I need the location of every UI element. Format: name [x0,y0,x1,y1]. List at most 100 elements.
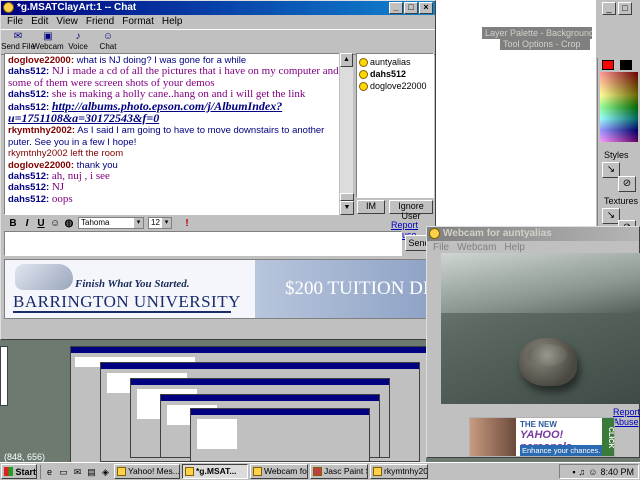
chat-message: dahs512: oops [8,192,73,205]
font-size-select[interactable]: 12 [148,217,172,229]
color-palette-icon[interactable]: ◍ [64,218,74,229]
yahoo-smiley-icon [3,2,14,13]
task-chat[interactable]: *g.MSAT... [182,464,248,479]
ad-banner[interactable]: Finish What You Started. BARRINGTON UNIV… [4,259,434,319]
textures-label: Textures [604,196,639,206]
chat-titlebar[interactable]: *g.MSATClayArt:1 -- Chat _ □ × [1,1,435,15]
menu-file[interactable]: File [3,15,27,29]
chat-message: dahs512: NJ i made a cd of all the pictu… [8,65,339,89]
task-jasc-paint[interactable]: Jasc Paint S... [310,464,368,479]
webcam-titlebar[interactable]: Webcam for auntyalias [427,227,639,241]
start-button[interactable]: Start [1,464,37,479]
font-select[interactable]: Tahoma [78,217,144,229]
webcam-report-abuse-link[interactable]: Report Abuse [613,407,640,427]
banner-offer: $200 TUITION DISCO [285,278,433,299]
bold-button[interactable]: B [8,218,18,229]
banner-slogan: Finish What You Started. [75,278,190,290]
album-link[interactable]: http://albums.photo.epson.com/j/AlbumInd… [8,99,282,125]
underline-button[interactable]: U [36,218,46,229]
windows-logo-icon [4,467,14,476]
tool-options-title[interactable]: Tool Options - Crop [500,38,590,50]
chat-icon: ☺ [102,31,114,42]
banner-university: BARRINGTON UNIVERSITY [13,292,241,311]
menu-help[interactable]: Help [158,15,187,29]
chat-toolbar: ✉ Send File ▣ Webcam ♪ Voice ☺ Chat [1,29,435,55]
ad-click-button[interactable]: CLICK [602,418,614,456]
user-list-item[interactable]: doglove22000 [359,80,431,92]
maximize-button[interactable]: □ [404,2,418,14]
webcam-title-icon [429,228,440,239]
webcam-icon: ▣ [43,31,53,42]
webcam-task-icon [253,467,262,476]
chat-menubar: File Edit View Friend Format Help [1,15,435,29]
task-yahoo-messenger[interactable]: Yahoo! Mes... [114,464,180,479]
color-spectrum-picker[interactable] [600,72,638,142]
paint-minimize-button[interactable]: _ [602,2,616,15]
send-file-button[interactable]: ✉ Send File [1,30,35,54]
task-webcam[interactable]: Webcam for... [250,464,308,479]
voice-icon: ♪ [75,31,81,42]
desktop-area [0,340,426,462]
menu-format[interactable]: Format [118,15,158,29]
couple-photo [470,418,516,456]
im-task-icon [373,467,382,476]
user-status-icon [359,57,368,67]
yahoo-icon [117,467,126,476]
voice-button[interactable]: ♪ Voice [63,30,93,54]
paint-maximize-button[interactable]: □ [618,2,632,15]
yahoo-personals-ad[interactable]: THE NEW YAHOO! personals Enhance your ch… [469,417,615,457]
color-palette-panel: Styles ↘ ⊘ Textures ↘ ⊘ [597,58,640,238]
chat-task-icon [185,467,194,476]
style-null-icon[interactable]: ⊘ [618,176,636,192]
user-list-item[interactable]: auntyalias [359,56,431,68]
alert-icon[interactable]: ! [182,218,192,229]
send-file-icon: ✉ [13,31,23,42]
webcam-video-feed [441,253,640,404]
volume-icon[interactable]: ♫ [579,467,586,477]
task-rkymtnhy[interactable]: rkymtnhy200... [370,464,428,479]
emoticon-icon[interactable]: ☺ [50,218,60,229]
chat-message: rkymtnhy2002: As I said I am going to ha… [8,125,325,148]
italic-button[interactable]: I [22,218,32,229]
menu-friend[interactable]: Friend [82,15,118,29]
webcam-button[interactable]: ▣ Webcam [32,30,63,54]
message-input[interactable] [4,231,402,256]
quick-launch: e ▭ ✉ ▤ ◈ [40,464,112,479]
outlook-icon[interactable]: ✉ [71,466,84,478]
cascaded-window[interactable] [190,408,370,462]
network-icon[interactable]: ▪ [572,467,575,477]
user-list[interactable]: auntyalias dahs512 doglove22000 [356,53,434,198]
internet-explorer-icon[interactable]: e [43,466,56,478]
minimize-button[interactable]: _ [389,2,403,14]
chat-scrollbar[interactable]: ▲ ▼ [339,53,354,215]
background-color-swatch[interactable] [620,60,632,70]
system-tray: ▪ ♫ ☺ 8:40 PM [559,464,639,479]
user-status-icon [359,69,368,79]
scroll-down-arrow-icon[interactable]: ▼ [340,201,354,215]
chat-transcript[interactable]: doglove22000: what is NJ doing? I was go… [4,53,353,215]
ignore-user-button[interactable]: Ignore User [389,200,433,221]
format-toolbar: B I U ☺ ◍ Tahoma 12 ! [4,216,434,230]
paint-task-icon [313,467,322,476]
clock[interactable]: 8:40 PM [600,467,634,477]
chat-window: *g.MSATClayArt:1 -- Chat _ □ × File Edit… [0,0,436,340]
close-button[interactable]: × [419,2,433,14]
scroll-thumb[interactable] [340,193,354,201]
app-icon[interactable]: ◈ [99,466,112,478]
messenger-tray-icon[interactable]: ☺ [588,467,597,477]
taskbar: Start e ▭ ✉ ▤ ◈ Yahoo! Mes... *g.MSAT...… [0,462,640,480]
webcam-title: Webcam for auntyalias [443,228,552,239]
user-list-item[interactable]: dahs512 [359,68,431,80]
desktop-icon[interactable]: ▭ [57,466,70,478]
scroll-up-arrow-icon[interactable]: ▲ [340,53,353,67]
menu-edit[interactable]: Edit [27,15,52,29]
folder-icon[interactable]: ▤ [85,466,98,478]
cursor-coordinates: (848, 656) [4,452,46,462]
menu-view[interactable]: View [52,15,82,29]
foreground-color-swatch[interactable] [602,60,614,70]
styles-label: Styles [604,150,629,160]
im-button[interactable]: IM [357,200,385,214]
chat-button[interactable]: ☺ Chat [93,30,123,54]
chat-title: *g.MSATClayArt:1 -- Chat [17,2,137,13]
user-status-icon [359,81,368,91]
